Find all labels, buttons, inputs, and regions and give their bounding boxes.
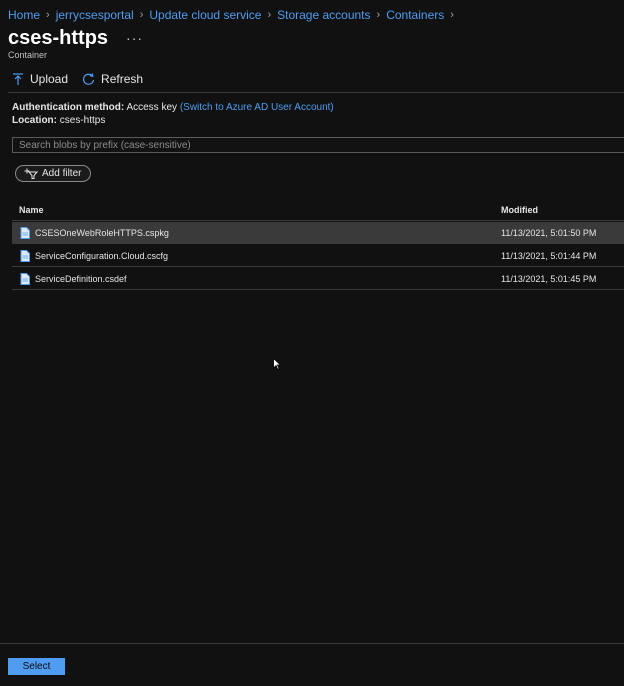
- title-row: cses-https ···: [8, 27, 143, 50]
- upload-label: Upload: [30, 72, 69, 86]
- table-header-divider: [12, 220, 624, 221]
- blob-modified: 11/13/2021, 5:01:45 PM: [501, 274, 597, 284]
- chevron-right-icon: ›: [267, 9, 272, 21]
- add-filter-label: Add filter: [42, 168, 82, 179]
- add-filter-icon: [24, 168, 38, 179]
- breadcrumb: Home › jerrycsesportal › Update cloud se…: [8, 8, 460, 22]
- location-label: Location:: [12, 115, 57, 126]
- blob-name-cell[interactable]: ServiceDefinition.csdef: [20, 268, 127, 290]
- file-icon: [20, 227, 30, 239]
- select-button[interactable]: Select: [8, 658, 65, 675]
- file-icon: [20, 273, 30, 285]
- page-title: cses-https: [8, 27, 109, 49]
- switch-auth-link[interactable]: (Switch to Azure AD User Account): [180, 102, 334, 113]
- refresh-label: Refresh: [101, 72, 144, 86]
- search-blobs-input[interactable]: [12, 137, 624, 153]
- mouse-cursor-icon: [273, 358, 281, 370]
- auth-method-value: Access key: [126, 102, 178, 113]
- auth-method-line: Authentication method: Access key (Switc…: [12, 102, 334, 113]
- chevron-right-icon: ›: [139, 9, 144, 21]
- chevron-right-icon: ›: [450, 9, 454, 21]
- breadcrumb-update-cloud-service[interactable]: Update cloud service: [149, 8, 261, 22]
- more-options-button[interactable]: ···: [126, 30, 143, 46]
- chevron-right-icon: ›: [376, 9, 381, 21]
- table-row[interactable]: CSESOneWebRoleHTTPS.cspkg 11/13/2021, 5:…: [12, 222, 624, 244]
- location-value: cses-https: [59, 115, 106, 126]
- table-row[interactable]: ServiceDefinition.csdef 11/13/2021, 5:01…: [12, 268, 624, 290]
- breadcrumb-home[interactable]: Home: [8, 8, 40, 22]
- upload-icon: [13, 72, 23, 85]
- column-header-modified[interactable]: Modified: [501, 205, 538, 215]
- blob-modified: 11/13/2021, 5:01:44 PM: [501, 251, 597, 261]
- blob-name: CSESOneWebRoleHTTPS.cspkg: [35, 228, 169, 238]
- page-subtitle: Container: [8, 50, 48, 60]
- table-row[interactable]: ServiceConfiguration.Cloud.cscfg 11/13/2…: [12, 245, 624, 267]
- blob-name-cell[interactable]: CSESOneWebRoleHTTPS.cspkg: [20, 222, 169, 244]
- command-bar: Upload Refresh: [12, 72, 157, 86]
- refresh-icon: [83, 72, 95, 85]
- add-filter-button[interactable]: Add filter: [15, 165, 91, 182]
- breadcrumb-storage-accounts[interactable]: Storage accounts: [277, 8, 370, 22]
- blob-name: ServiceConfiguration.Cloud.cscfg: [35, 251, 169, 261]
- file-icon: [20, 250, 30, 262]
- column-header-name[interactable]: Name: [19, 205, 44, 215]
- blob-modified: 11/13/2021, 5:01:50 PM: [501, 228, 597, 238]
- auth-method-label: Authentication method:: [12, 102, 125, 113]
- footer-divider: [0, 643, 624, 644]
- breadcrumb-portal[interactable]: jerrycsesportal: [56, 8, 134, 22]
- refresh-button[interactable]: Refresh: [82, 72, 143, 86]
- blob-name: ServiceDefinition.csdef: [35, 274, 127, 284]
- chevron-right-icon: ›: [46, 9, 50, 21]
- location-line: Location: cses-https: [12, 115, 105, 126]
- breadcrumb-containers[interactable]: Containers: [386, 8, 444, 22]
- blob-name-cell[interactable]: ServiceConfiguration.Cloud.cscfg: [20, 245, 168, 267]
- upload-button[interactable]: Upload: [12, 72, 68, 86]
- toolbar-divider: [8, 92, 624, 93]
